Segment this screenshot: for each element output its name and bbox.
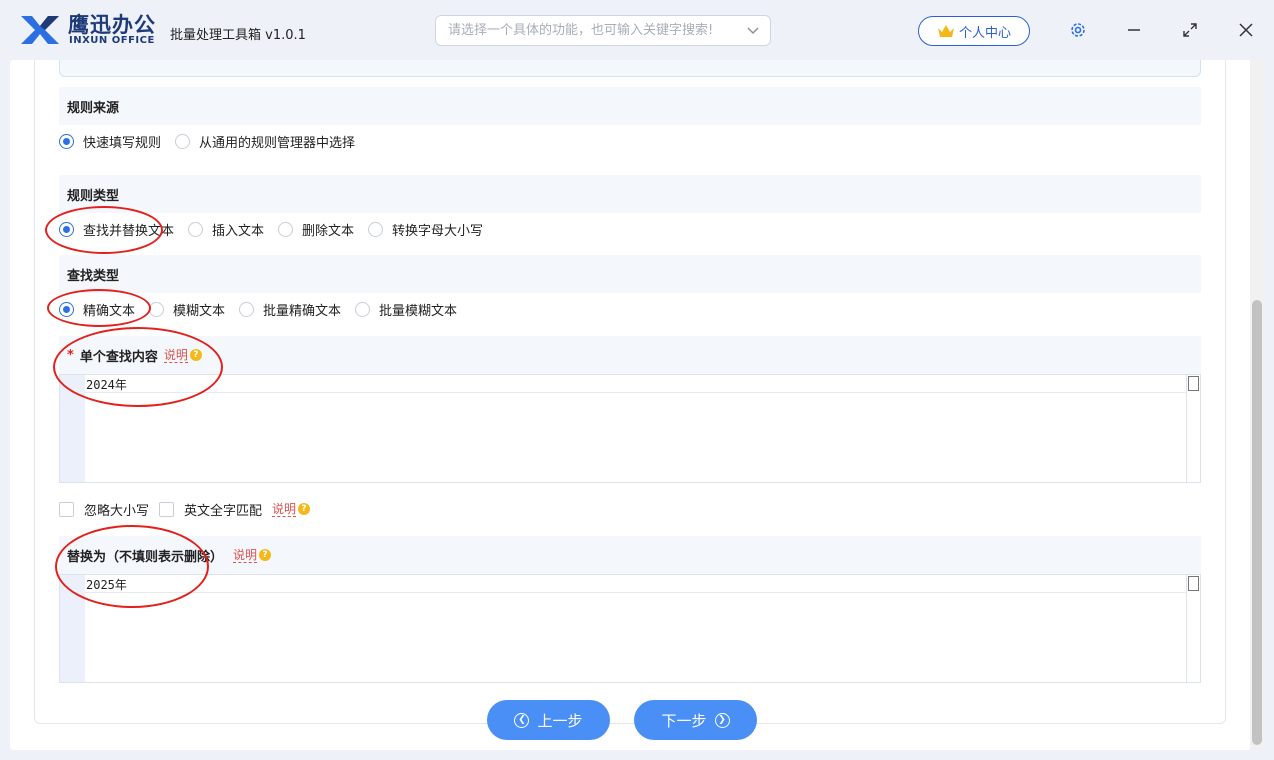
find-type-title: 查找类型: [67, 268, 120, 284]
checkbox-box[interactable]: [59, 501, 74, 517]
annotation-circle: [45, 206, 163, 254]
minimize-icon: [1128, 29, 1140, 31]
radio-delete-text[interactable]: 删除文本: [278, 220, 354, 239]
radio-batch-exact-text[interactable]: 批量精确文本: [239, 300, 341, 319]
annotation-circle: [53, 327, 223, 407]
radio-label: 从通用的规则管理器中选择: [199, 135, 356, 151]
rule-source-header: 规则来源: [59, 87, 1201, 125]
close-button[interactable]: [1234, 18, 1258, 42]
find-content-editor[interactable]: 2024年: [59, 374, 1201, 483]
radio-dot[interactable]: [149, 301, 165, 317]
prev-step-label: 上一步: [537, 711, 583, 730]
search-input[interactable]: [436, 16, 726, 45]
radio-insert-text[interactable]: 插入文本: [188, 220, 264, 239]
checkbox-whole-word[interactable]: 英文全字匹配: [159, 500, 262, 519]
radio-label: 快速填写规则: [83, 135, 162, 151]
brand-name-en: INXUN OFFICE: [69, 35, 155, 46]
rule-source-title: 规则来源: [67, 100, 120, 116]
radio-convert-case[interactable]: 转换字母大小写: [368, 220, 483, 239]
question-icon[interactable]: ?: [259, 549, 272, 561]
rule-type-title: 规则类型: [67, 188, 120, 204]
radio-quick-rule[interactable]: 快速填写规则: [59, 132, 161, 151]
match-options: 忽略大小写 英文全字匹配 说明 ?: [59, 498, 311, 520]
maximize-icon: [1183, 23, 1197, 37]
radio-dot[interactable]: [59, 133, 74, 149]
radio-label: 删除文本: [302, 223, 355, 239]
annotation-circle: [55, 525, 209, 608]
question-icon[interactable]: ?: [298, 503, 311, 515]
radio-fuzzy-text[interactable]: 模糊文本: [149, 300, 225, 319]
radio-dot[interactable]: [368, 221, 384, 237]
prev-step-button[interactable]: ❮ 上一步: [487, 700, 610, 740]
next-step-label: 下一步: [661, 711, 707, 730]
replace-header: 替换为（不填则表示删除） 说明 ?: [59, 536, 1201, 574]
current-line: [85, 575, 1186, 593]
function-search[interactable]: [435, 15, 771, 46]
radio-label: 模糊文本: [173, 303, 226, 319]
next-step-button[interactable]: 下一步 ❯: [634, 700, 757, 740]
help-link[interactable]: 说明: [233, 548, 258, 563]
page-scroll-thumb[interactable]: [1252, 300, 1262, 745]
checkbox-box[interactable]: [159, 501, 175, 517]
maximize-button[interactable]: [1178, 18, 1202, 42]
radio-dot[interactable]: [175, 133, 191, 149]
rule-type-header: 规则类型: [59, 175, 1201, 213]
current-line: [85, 375, 1186, 393]
radio-dot[interactable]: [188, 221, 204, 237]
app-title: 批量处理工具箱 v1.0.1: [170, 28, 306, 43]
user-center-label: 个人中心: [958, 25, 1011, 41]
find-type-header: 查找类型: [59, 255, 1201, 293]
page-scrollbar[interactable]: [1250, 60, 1264, 750]
previous-section: [59, 60, 1201, 77]
help-link[interactable]: 说明: [272, 502, 297, 517]
scroll-thumb[interactable]: [1188, 376, 1199, 391]
close-icon: [1239, 23, 1253, 37]
editor-scrollbar[interactable]: [1186, 575, 1200, 682]
gear-icon: [1071, 23, 1085, 37]
radio-label: 插入文本: [212, 223, 265, 239]
radio-dot[interactable]: [355, 301, 371, 317]
radio-label: 批量模糊文本: [379, 303, 458, 319]
replace-editor[interactable]: 2025年: [59, 574, 1201, 683]
radio-dot[interactable]: [239, 301, 255, 317]
chevron-right-icon: ❯: [714, 712, 730, 728]
checkbox-ignore-case[interactable]: 忽略大小写: [59, 500, 149, 519]
scroll-thumb[interactable]: [1188, 576, 1199, 591]
checkbox-label: 英文全字匹配: [184, 503, 263, 519]
chevron-left-icon: ❮: [514, 712, 530, 728]
annotation-circle: [47, 289, 151, 327]
title-bar: 鹰迅办公 INXUN OFFICE 批量处理工具箱 v1.0.1 个人中心: [0, 0, 1274, 60]
logo-icon: [21, 16, 59, 44]
radio-rule-manager[interactable]: 从通用的规则管理器中选择: [175, 132, 355, 151]
radio-label: 批量精确文本: [263, 303, 342, 319]
rule-source-options: 快速填写规则 从通用的规则管理器中选择: [59, 130, 369, 152]
radio-batch-fuzzy-text[interactable]: 批量模糊文本: [355, 300, 457, 319]
chevron-down-icon[interactable]: [746, 23, 760, 37]
radio-dot[interactable]: [278, 221, 294, 237]
radio-label: 转换字母大小写: [392, 223, 484, 239]
crown-icon: [937, 25, 954, 37]
settings-button[interactable]: [1066, 18, 1090, 42]
find-content-header: * 单个查找内容 说明 ?: [59, 336, 1201, 374]
minimize-button[interactable]: [1122, 18, 1146, 42]
checkbox-label: 忽略大小写: [84, 503, 150, 519]
user-center-button[interactable]: 个人中心: [918, 16, 1030, 46]
editor-scrollbar[interactable]: [1186, 375, 1200, 482]
